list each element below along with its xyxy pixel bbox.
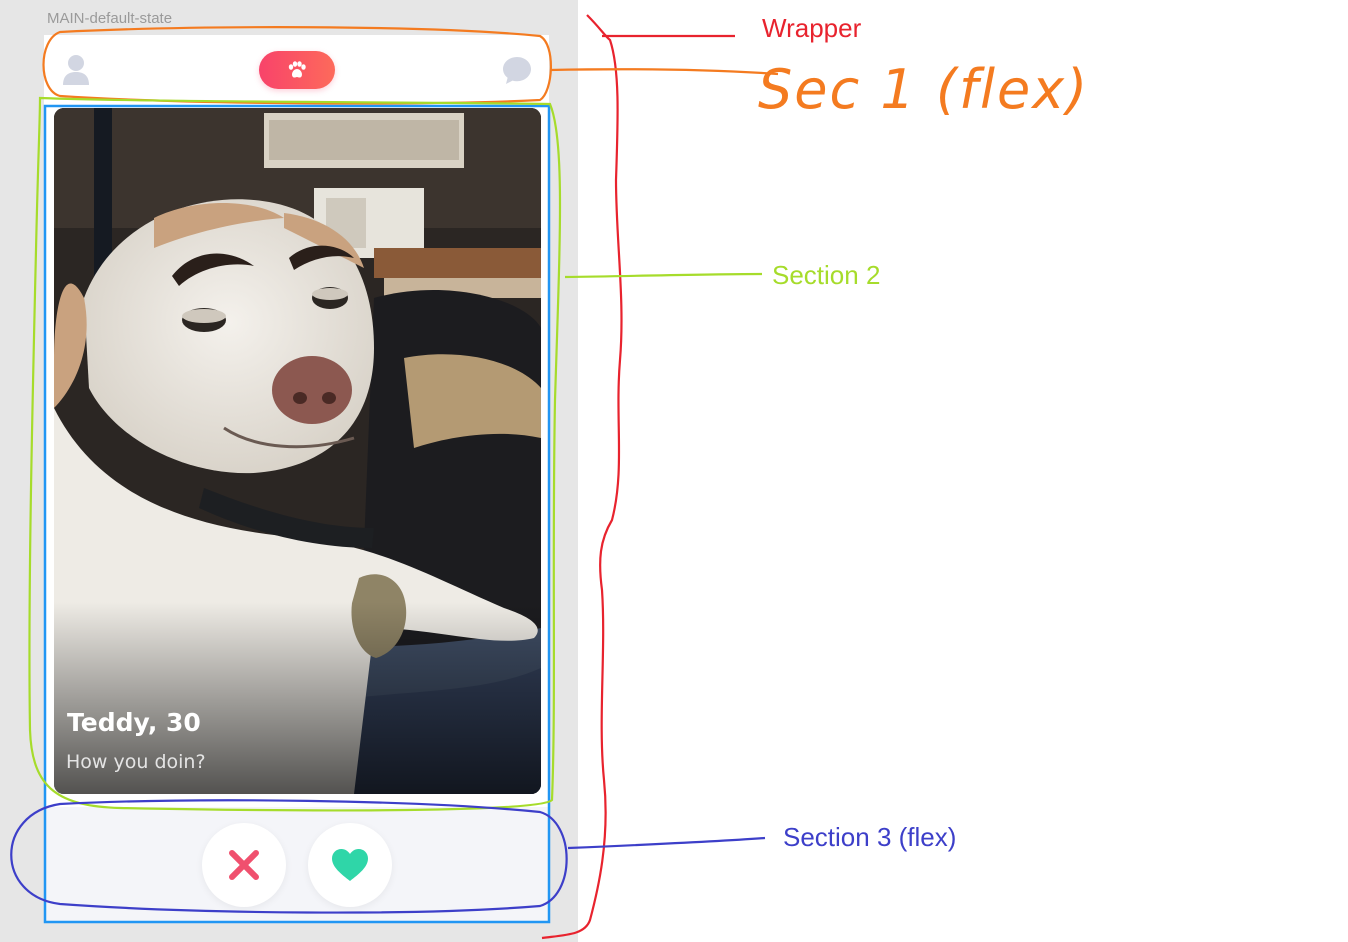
dislike-button[interactable] [201, 822, 286, 907]
logo-button[interactable] [258, 51, 335, 89]
section3-pointer [567, 836, 766, 850]
section1-pointer [549, 68, 779, 76]
artboard: MAIN-default-state Teddy, 30 How you doi… [0, 0, 578, 942]
wrapper-annotation: Wrapper [762, 13, 862, 43]
actions-section [44, 807, 549, 922]
heart-icon [331, 848, 368, 881]
dog-photo [54, 108, 541, 794]
card-section: Teddy, 30 How you doin? [54, 108, 541, 794]
chat-bubble-icon [503, 57, 531, 84]
profile-card[interactable]: Teddy, 30 How you doin? [54, 108, 541, 794]
person-icon [63, 55, 89, 85]
profile-name: Teddy, 30 [67, 708, 201, 737]
header-section [44, 35, 549, 105]
paw-icon [288, 61, 306, 78]
section2-pointer [564, 272, 763, 279]
artboard-label: MAIN-default-state [47, 10, 173, 27]
profile-bio: How you doin? [66, 751, 206, 773]
app-wrapper: Teddy, 30 How you doin? [44, 35, 549, 922]
like-button[interactable] [307, 822, 392, 907]
profile-button[interactable] [60, 54, 92, 86]
section3-annotation: Section 3 (flex) [783, 822, 957, 852]
section2-annotation: Section 2 [772, 260, 881, 290]
cross-icon [228, 849, 259, 880]
messages-button[interactable] [501, 54, 533, 86]
section1-annotation: Sec 1 (flex) [758, 58, 1090, 121]
